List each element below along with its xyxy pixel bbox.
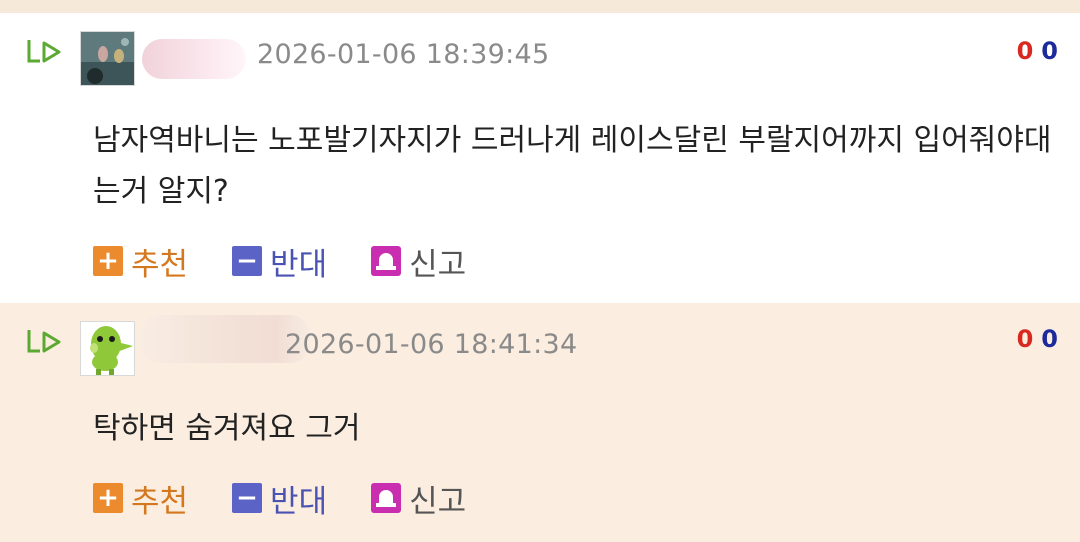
avatar[interactable] xyxy=(80,321,135,376)
minus-icon: − xyxy=(232,483,263,513)
siren-icon xyxy=(371,246,402,276)
oppose-button[interactable]: − 반대 xyxy=(232,239,327,284)
vote-up-count: 0 xyxy=(1016,325,1034,353)
vote-down-count: 0 xyxy=(1041,325,1058,353)
nickname-blurred xyxy=(142,39,246,79)
recommend-label: 추천 xyxy=(131,483,189,520)
comment-datetime: 2026-01-06 18:39:45 xyxy=(257,39,550,70)
comment-item: 2026-01-06 18:41:34 00 탁하면 숨겨져요 그거 + 추천 … xyxy=(0,303,1080,542)
plus-icon: + xyxy=(93,483,123,513)
report-button[interactable]: 신고 xyxy=(371,239,466,284)
avatar[interactable] xyxy=(80,31,135,86)
top-strip xyxy=(0,0,1080,13)
plus-icon: + xyxy=(93,246,123,276)
vote-down-count: 0 xyxy=(1041,37,1058,65)
recommend-button[interactable]: + 추천 xyxy=(93,476,188,521)
comment-body: 남자역바니는 노포발기자지가 드러나게 레이스달린 부랄지어까지 입어줘야대는거… xyxy=(93,123,1052,209)
reply-arrow-icon xyxy=(27,330,61,353)
recommend-button[interactable]: + 추천 xyxy=(93,239,188,284)
comment-body: 탁하면 숨겨져요 그거 xyxy=(93,411,361,446)
report-label: 신고 xyxy=(409,483,467,520)
siren-icon xyxy=(371,483,402,513)
oppose-label: 반대 xyxy=(270,483,328,520)
oppose-button[interactable]: − 반대 xyxy=(232,476,327,521)
vote-counts: 00 xyxy=(1017,325,1058,353)
reply-arrow-icon xyxy=(27,40,61,63)
comment-datetime: 2026-01-06 18:41:34 xyxy=(285,329,578,360)
oppose-label: 반대 xyxy=(270,246,328,283)
report-button[interactable]: 신고 xyxy=(371,476,466,521)
recommend-label: 추천 xyxy=(131,246,189,283)
vote-up-count: 0 xyxy=(1016,37,1034,65)
minus-icon: − xyxy=(232,246,263,276)
report-label: 신고 xyxy=(409,246,467,283)
comment-actions: + 추천 − 반대 신고 xyxy=(93,243,510,283)
vote-counts: 00 xyxy=(1017,37,1058,65)
comment-item: 2026-01-06 18:39:45 00 남자역바니는 노포발기자지가 드러… xyxy=(0,13,1080,303)
comment-actions: + 추천 − 반대 신고 xyxy=(93,480,510,520)
